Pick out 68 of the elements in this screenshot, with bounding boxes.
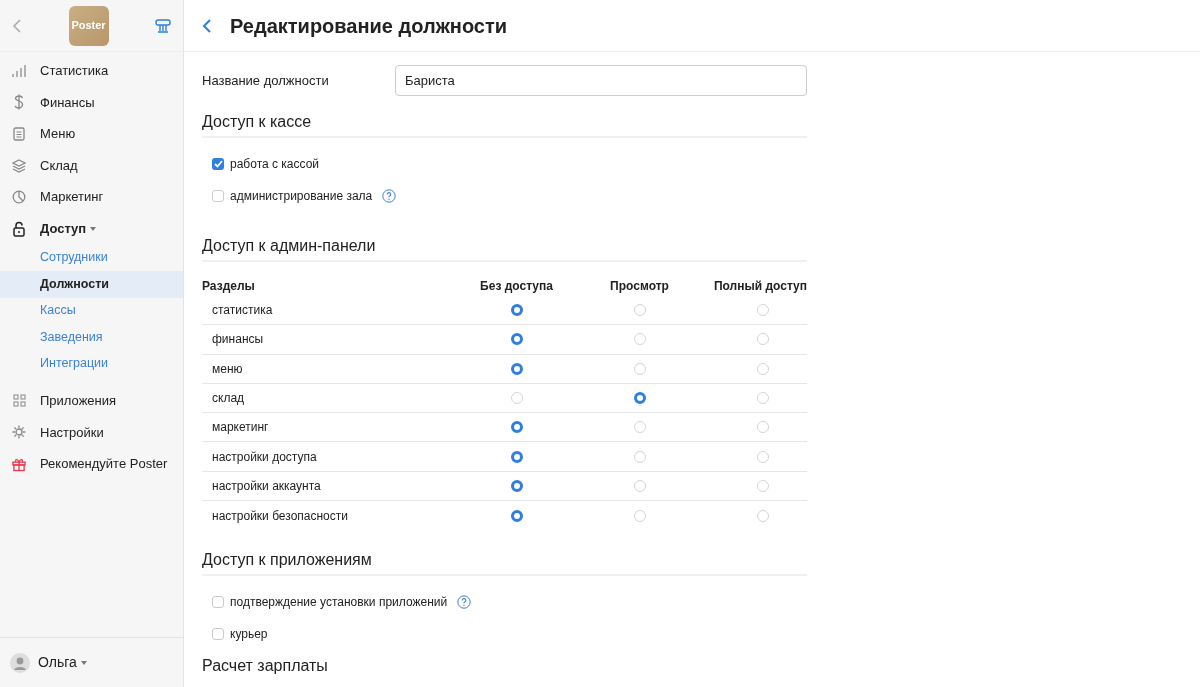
sidebar-item[interactable]: Маркетинг — [40, 187, 104, 207]
table-cell-text: настройки безопасности — [211, 507, 349, 525]
caret-icon — [90, 226, 97, 231]
checkbox-label: администрирование зала — [230, 188, 373, 205]
logo: Poster — [68, 5, 109, 46]
sidebar-item[interactable]: Доступ — [40, 219, 97, 239]
checkbox-label: курьер — [230, 626, 268, 644]
sidebar-item[interactable]: Приложения — [40, 391, 117, 411]
sidebar-item[interactable]: Статистика — [40, 61, 109, 81]
section-heading: Доступ к кассе — [202, 112, 807, 138]
sidebar-item[interactable]: Настройки — [40, 422, 104, 443]
radio-button[interactable] — [510, 304, 523, 317]
sidebar-item[interactable]: Меню — [40, 124, 76, 144]
unlocked-padlock-icon — [13, 220, 25, 237]
column-header: Просмотр — [609, 278, 670, 295]
radio-button[interactable] — [510, 421, 523, 434]
caret-icon — [80, 660, 87, 665]
document-icon — [13, 127, 25, 141]
page-title: Редактирование должности — [230, 13, 508, 39]
radio-button[interactable] — [510, 450, 523, 463]
sidebar-subitem[interactable]: Заведения — [0, 324, 183, 351]
help-icon[interactable] — [382, 189, 397, 203]
grid-icon — [12, 394, 26, 408]
sidebar-item[interactable]: Склад — [40, 155, 78, 176]
checkbox[interactable] — [212, 190, 224, 202]
sidebar-subitem[interactable]: Кассы — [0, 297, 183, 325]
back-icon[interactable] — [202, 17, 212, 34]
section-heading: Доступ к админ-панели — [202, 236, 807, 262]
checkbox[interactable] — [212, 596, 224, 609]
dollar-icon — [14, 94, 24, 111]
section-heading: Доступ к приложениям — [202, 550, 807, 577]
table-cell-text: статистика — [211, 302, 274, 320]
table-cell-text: меню — [211, 360, 244, 378]
column-header: Без доступа — [479, 278, 554, 295]
section-heading: Расчет зарплаты — [202, 656, 329, 677]
avatar-icon — [10, 652, 30, 673]
sidebar-item[interactable]: Рекомендуйте Poster — [40, 454, 168, 474]
field-label: Название должности — [202, 71, 330, 90]
sidebar-subitem[interactable]: Сотрудники — [0, 244, 183, 272]
position-name-field[interactable]: Бариста — [395, 65, 807, 96]
table-cell-text: склад — [211, 390, 246, 408]
user-menu[interactable]: Ольга — [38, 652, 87, 673]
table-cell-text: настройки аккаунта — [211, 477, 322, 495]
gift-icon — [12, 456, 26, 472]
checkbox[interactable] — [212, 158, 224, 170]
radio-button[interactable] — [510, 362, 523, 375]
gear-icon — [12, 425, 26, 440]
table-cell-text: настройки доступа — [211, 448, 318, 466]
radio-button[interactable] — [633, 392, 646, 405]
column-header: Полный доступ — [712, 278, 807, 295]
help-icon[interactable] — [457, 595, 472, 610]
column-header: Разделы — [202, 278, 256, 295]
radio-button[interactable] — [510, 509, 523, 522]
radio-button[interactable] — [510, 479, 523, 492]
radio-button[interactable] — [510, 333, 523, 346]
checkbox[interactable] — [212, 628, 224, 641]
checkbox-label: работа с кассой — [230, 156, 320, 173]
sidebar-item[interactable]: Финансы — [40, 92, 95, 113]
table-cell-text: финансы — [211, 331, 265, 349]
layers-icon — [12, 158, 26, 173]
checkbox-label: подтверждение установки приложений — [230, 594, 448, 612]
sidebar-subitem[interactable]: Интеграции — [0, 350, 183, 378]
sidebar-subitem[interactable]: Должности — [0, 271, 183, 298]
pie-chart-icon — [12, 190, 26, 205]
cash-register-icon[interactable] — [155, 18, 171, 33]
table-cell-text: маркетинг — [211, 419, 270, 437]
back-icon[interactable] — [12, 17, 22, 34]
bar-chart-icon — [12, 63, 26, 78]
